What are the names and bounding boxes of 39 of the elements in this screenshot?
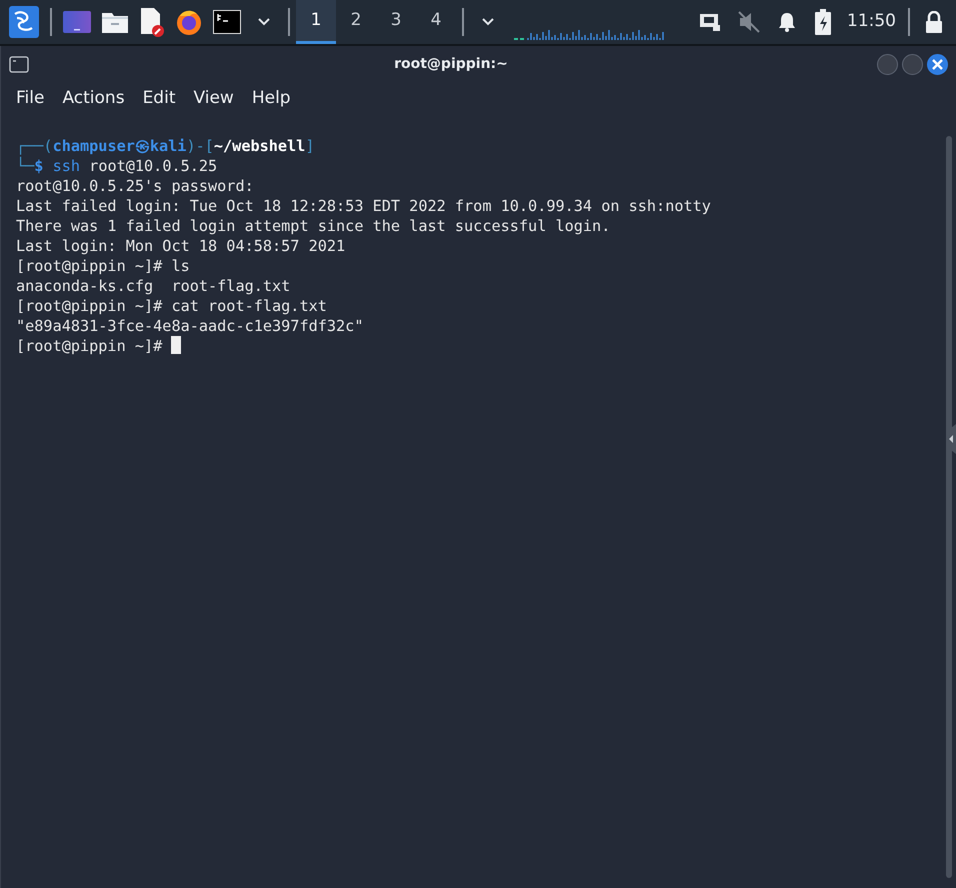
terminal-line: Last login: Mon Oct 18 04:58:57 2021 bbox=[16, 236, 346, 256]
workspace-tab[interactable]: 2 bbox=[336, 0, 376, 44]
battery-icon[interactable] bbox=[815, 9, 831, 35]
terminal-line: anaconda-ks.cfg root-flag.txt bbox=[16, 276, 292, 296]
terminal-line: There was 1 failed login attempt since the last successful login. bbox=[16, 216, 612, 236]
terminal-line: Last failed login: Tue Oct 18 12:28:53 EDT 2022 from 10.0.99.34 on ssh:notty bbox=[16, 196, 712, 216]
workspace-tab[interactable]: 3 bbox=[376, 0, 416, 44]
muted-speaker-icon[interactable] bbox=[737, 11, 761, 33]
caret-icon[interactable] bbox=[258, 18, 270, 26]
caret-icon[interactable] bbox=[482, 18, 494, 26]
folder-icon[interactable] bbox=[101, 10, 129, 34]
cursor bbox=[171, 336, 182, 354]
workspace-tab[interactable]: 4 bbox=[416, 0, 456, 44]
terminal-line: "e89a4831-3fce-4e8a-aadc-c1e397fdf32c" bbox=[16, 316, 364, 336]
menu-item[interactable]: File bbox=[7, 86, 54, 112]
terminal-line: root@10.0.5.25's password: bbox=[16, 176, 255, 196]
network-icon[interactable] bbox=[699, 12, 721, 32]
browser-icon[interactable] bbox=[175, 8, 203, 36]
menu-item[interactable]: View bbox=[184, 86, 243, 112]
scrollbar[interactable] bbox=[946, 136, 952, 878]
workspace-tab[interactable]: 1 bbox=[296, 0, 336, 44]
app-menu-icon[interactable] bbox=[9, 6, 39, 38]
close-button[interactable] bbox=[927, 54, 948, 74]
terminal-line: └─$ ssh root@10.0.5.25 bbox=[16, 156, 218, 176]
terminal-icon bbox=[9, 56, 29, 72]
terminal-line: [root@pippin ~]# bbox=[16, 336, 946, 356]
close-icon[interactable] bbox=[932, 58, 943, 70]
menu-item[interactable]: Help bbox=[242, 86, 300, 112]
menu-item[interactable]: Actions bbox=[53, 86, 134, 112]
terminal-icon[interactable] bbox=[213, 10, 241, 34]
clock[interactable]: 11:50 bbox=[841, 9, 902, 35]
bell-icon[interactable] bbox=[778, 12, 796, 32]
terminal-line: [root@pippin ~]# cat root-flag.txt bbox=[16, 296, 328, 316]
menu-item[interactable]: Edit bbox=[134, 86, 184, 112]
document-icon[interactable] bbox=[139, 7, 165, 37]
lock-icon[interactable] bbox=[925, 11, 943, 33]
window-title: root@pippin:~ bbox=[393, 54, 509, 74]
terminal-line: ┌──(champuser㉿kali)-[~/webshell] bbox=[16, 136, 316, 156]
terminal-line: [root@pippin ~]# ls bbox=[16, 256, 191, 276]
